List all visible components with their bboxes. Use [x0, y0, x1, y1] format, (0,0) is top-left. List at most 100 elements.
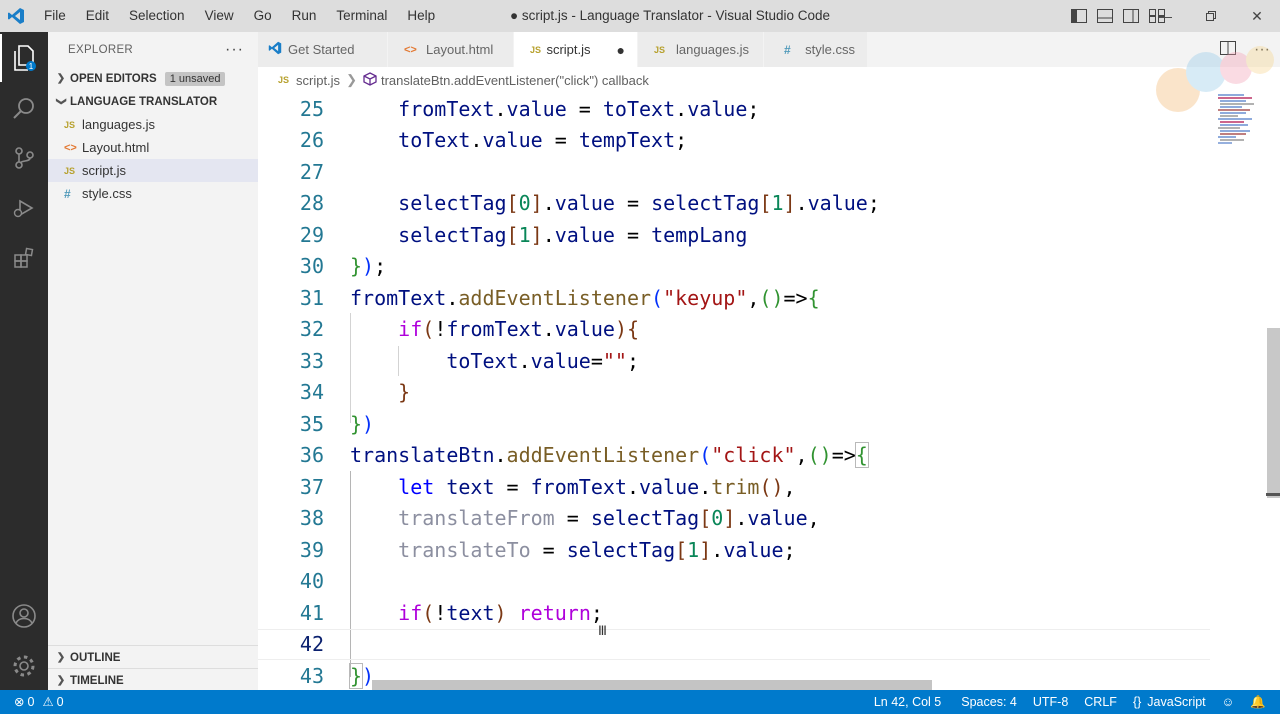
line-code: }); [350, 254, 387, 279]
encoding[interactable]: UTF-8 [1025, 690, 1076, 714]
indentation[interactable]: Spaces: 4 [953, 690, 1025, 714]
vertical-scrollbar[interactable] [1266, 93, 1280, 690]
project-section[interactable]: ❯ LANGUAGE TRANSLATOR [48, 90, 258, 113]
js-file-icon: JS [64, 119, 76, 130]
vscode-logo-icon [0, 0, 32, 32]
css-file-icon: # [784, 42, 791, 57]
js-file-icon: JS [654, 44, 666, 55]
menu-bar: File Edit Selection View Go Run Terminal… [34, 0, 445, 32]
settings-gear-icon[interactable] [0, 642, 48, 690]
source-control-icon[interactable] [0, 134, 48, 182]
extensions-icon[interactable] [0, 234, 48, 282]
language-mode[interactable]: {} JavaScript [1125, 690, 1214, 714]
notifications-bell-icon[interactable]: 🔔 [1242, 690, 1280, 714]
line-code: if(!fromText.value){ [398, 317, 640, 342]
file-name: script.js [82, 163, 127, 178]
code-line: 40 [258, 566, 1210, 598]
toggle-secondary-sidebar-icon[interactable] [1120, 8, 1142, 24]
menu-selection[interactable]: Selection [119, 0, 195, 32]
menu-go[interactable]: Go [244, 0, 282, 32]
watermark-logo-icon [1148, 40, 1278, 120]
explorer-icon[interactable]: 1 [0, 34, 48, 82]
tab-get-started[interactable]: Get Started [258, 32, 388, 67]
search-icon[interactable] [0, 84, 48, 132]
file-item-layout-html[interactable]: <> Layout.html [48, 136, 258, 159]
file-item-style-css[interactable]: # style.css [48, 182, 258, 205]
tab-script-js[interactable]: JS script.js ● [514, 32, 638, 67]
cursor-position[interactable]: Ln 42, Col 5 [866, 690, 949, 714]
chevron-right-icon: ❯ [346, 72, 357, 87]
restore-icon[interactable] [1188, 0, 1234, 32]
menu-view[interactable]: View [195, 0, 244, 32]
minimap[interactable] [1210, 93, 1268, 690]
warning-icon: ⚠ [42, 695, 54, 709]
file-item-script-js[interactable]: JS script.js [48, 159, 258, 182]
line-number: 41 [299, 600, 324, 625]
close-icon[interactable]: ✕ [1234, 0, 1280, 32]
tab-layout-html[interactable]: <> Layout.html [388, 32, 514, 67]
breadcrumb-symbol[interactable]: translateBtn.addEventListener("click") c… [381, 73, 649, 88]
horizontal-scrollbar[interactable] [372, 680, 932, 690]
timeline-section-wrap: ❯ TIMELINE [48, 668, 258, 692]
line-code: toText.value=""; [446, 348, 640, 373]
activity-bar: 1 [0, 32, 48, 690]
open-editors-section[interactable]: ❯ OPEN EDITORS 1 unsaved [48, 67, 258, 90]
feedback-icon[interactable]: ☺ [1214, 690, 1243, 714]
explorer-sidebar: EXPLORER ··· ❯ OPEN EDITORS 1 unsaved ❯ … [48, 32, 258, 690]
menu-terminal[interactable]: Terminal [326, 0, 397, 32]
unsaved-badge: 1 unsaved [164, 71, 226, 86]
code-line: 29 selectTag[1].value = tempLang [258, 219, 1210, 251]
project-label: LANGUAGE TRANSLATOR [70, 95, 218, 108]
code-line: 41 if(!text) return; [258, 597, 1210, 629]
line-number: 38 [299, 506, 324, 531]
window-controls: — ✕ [1142, 0, 1280, 32]
outline-label: OUTLINE [70, 651, 121, 664]
line-number: 33 [299, 348, 324, 373]
menu-run[interactable]: Run [282, 0, 327, 32]
line-number: 25 [299, 96, 324, 121]
code-editor[interactable]: 25 fromText.value = toText.value; 26 toT… [258, 93, 1210, 690]
line-number: 42 [299, 632, 324, 657]
html-file-icon: <> [64, 141, 77, 154]
window-title: ● script.js - Language Translator - Visu… [509, 8, 831, 23]
tab-languages-js[interactable]: JS languages.js [638, 32, 764, 67]
line-number: 39 [299, 537, 324, 562]
menu-edit[interactable]: Edit [76, 0, 119, 32]
breadcrumb-file[interactable]: script.js [296, 73, 340, 88]
problems-indicator[interactable]: ⊗ 0 ⚠ 0 [0, 690, 72, 714]
menu-file[interactable]: File [34, 0, 76, 32]
outline-section[interactable]: ❯ OUTLINE [48, 646, 258, 669]
line-code: selectTag[1].value = tempLang [398, 222, 748, 247]
line-code: } [398, 380, 411, 405]
tab-style-css[interactable]: # style.css [764, 32, 868, 67]
end-of-line[interactable]: CRLF [1076, 690, 1125, 714]
screen-edge [0, 714, 1280, 720]
css-file-icon: # [64, 186, 71, 201]
accounts-icon[interactable] [0, 592, 48, 640]
line-code: toText.value = tempText; [398, 128, 688, 153]
scrollbar-thumb[interactable] [1267, 328, 1280, 498]
vscode-icon [268, 41, 282, 58]
timeline-section[interactable]: ❯ TIMELINE [48, 669, 258, 692]
line-number: 34 [299, 380, 324, 405]
error-count: 0 [27, 695, 35, 709]
minimize-icon[interactable]: — [1142, 0, 1188, 32]
more-actions-icon[interactable]: ··· [225, 41, 244, 59]
toggle-panel-icon[interactable] [1094, 8, 1116, 24]
line-number: 29 [299, 222, 324, 247]
open-editors-label: OPEN EDITORS [70, 72, 157, 85]
toggle-sidebar-icon[interactable] [1068, 8, 1090, 24]
line-number: 35 [299, 411, 324, 436]
symbol-method-icon [363, 71, 377, 89]
unsaved-dot-icon[interactable]: ● [617, 42, 625, 58]
title-bar: File Edit Selection View Go Run Terminal… [0, 0, 1280, 32]
tab-label: Layout.html [426, 42, 494, 57]
line-code: translateBtn.addEventListener("click",()… [350, 442, 869, 469]
file-item-languages-js[interactable]: JS languages.js [48, 113, 258, 136]
warning-count: 0 [56, 695, 64, 709]
line-number: 30 [299, 254, 324, 279]
run-debug-icon[interactable] [0, 184, 48, 232]
line-number: 32 [299, 317, 324, 342]
outline-section-wrap: ❯ OUTLINE [48, 645, 258, 669]
chevron-right-icon: ❯ [56, 675, 66, 686]
